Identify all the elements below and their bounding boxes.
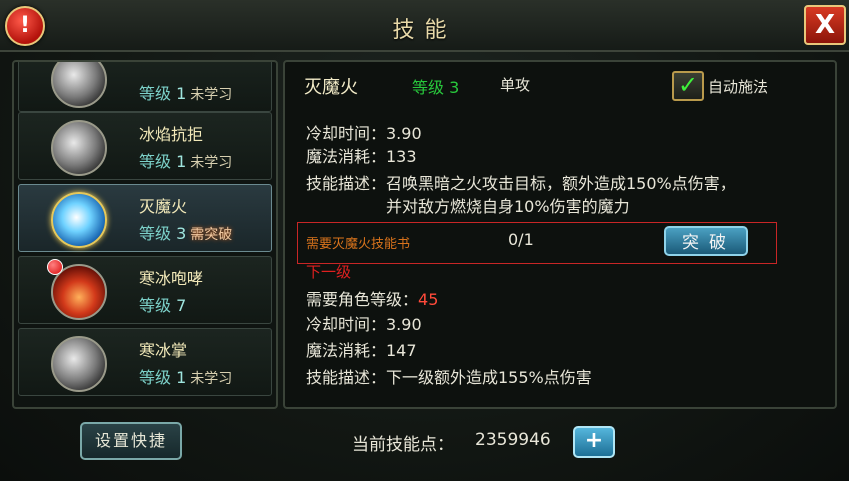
ice-flame-icon (51, 120, 107, 176)
next-mana-cost-text: 魔法消耗：147 (306, 341, 417, 360)
skill-description-line1: 技能描述：召唤黑暗之火攻击目标，额外造成150%点伤害， (306, 174, 736, 193)
ice-palm-icon (51, 336, 107, 392)
breakthrough-button[interactable]: 突破 (664, 226, 748, 256)
skill-item-demon-fire[interactable]: 灭魔火 等级 3 需突破 (18, 184, 272, 252)
close-button[interactable]: X (804, 5, 846, 45)
skill-detail-level: 等级 3 (412, 78, 460, 97)
skill-name: 灭魔火 (139, 197, 188, 216)
requirement-label: 需要灭魔火技能书 (306, 237, 411, 252)
skill-level: 等级 7 (139, 296, 187, 315)
notification-dot-icon (47, 259, 63, 275)
next-cooldown-text: 冷却时间：3.90 (306, 315, 422, 334)
requirement-count: 0/1 (508, 230, 534, 249)
skill-detail-name: 灭魔火 (304, 77, 358, 98)
skill-window: ! 技能 X 等级 1 未学习 冰焰抗拒 等级 1 未学习 灭魔火 等级 3 需突破 … (0, 0, 849, 481)
next-description-text: 技能描述：下一级额外造成155%点伤害 (306, 368, 592, 387)
skill-level: 等级 1 未学习 (139, 84, 233, 103)
skill-description-line2: 并对敌方燃烧自身10%伤害的魔力 (386, 197, 630, 216)
skill-points-value: 2359946 (475, 430, 551, 450)
window-title: 技能 (392, 18, 457, 43)
next-level-requirement: 需要角色等级：45 (306, 290, 439, 309)
skill-name: 冰焰抗拒 (139, 125, 204, 144)
skill-name: 寒冰咆哮 (139, 269, 204, 288)
skill-item-ice-palm[interactable]: 寒冰掌 等级 1 未学习 (18, 328, 272, 396)
set-shortcut-button[interactable]: 设置快捷 (80, 422, 182, 460)
skill-name: 寒冰掌 (139, 341, 188, 360)
mana-cost-text: 魔法消耗：133 (306, 147, 417, 166)
skill-item-frost-orb[interactable]: 等级 1 未学习 (18, 62, 272, 112)
skill-points-label: 当前技能点： (352, 435, 454, 455)
auto-cast-checkbox[interactable]: ✓ (672, 71, 704, 101)
frost-orb-icon (51, 62, 107, 108)
demon-fire-icon (51, 192, 107, 248)
skill-item-ice-flame-resist[interactable]: 冰焰抗拒 等级 1 未学习 (18, 112, 272, 180)
add-skill-points-button[interactable]: + (573, 426, 615, 458)
skill-level: 等级 1 未学习 (139, 368, 233, 387)
skill-item-ice-roar[interactable]: 寒冰咆哮 等级 7 (18, 256, 272, 324)
skill-level: 等级 3 需突破 (139, 224, 233, 243)
attack-type: 单攻 (500, 76, 531, 94)
next-level-title: 下一级 (306, 263, 352, 281)
skill-list[interactable]: 等级 1 未学习 冰焰抗拒 等级 1 未学习 灭魔火 等级 3 需突破 寒冰咆哮 等级… (12, 60, 278, 409)
cooldown-text: 冷却时间：3.90 (306, 124, 422, 143)
auto-cast-label: 自动施法 (708, 78, 769, 96)
title-bar: ! 技能 X (0, 0, 849, 52)
skill-level: 等级 1 未学习 (139, 152, 233, 171)
